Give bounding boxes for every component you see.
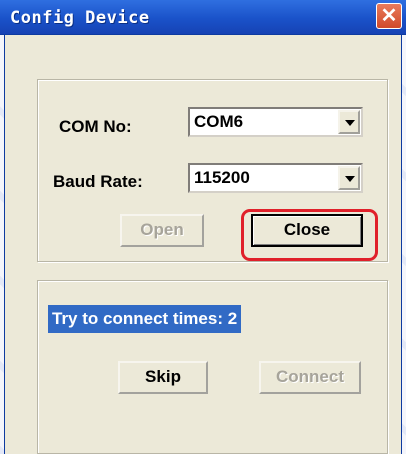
com-port-value: COM6 <box>194 112 244 131</box>
dialog-client-area: COM No: COM6 Baud Rate: 115200 Open Clos… <box>4 35 402 454</box>
connect-button[interactable]: Connect <box>259 361 361 394</box>
title-bar[interactable]: Config Device ✕ <box>0 0 406 35</box>
skip-button[interactable]: Skip <box>118 361 208 394</box>
close-port-button[interactable]: Close <box>251 214 363 247</box>
com-port-select[interactable]: COM6 <box>188 107 363 137</box>
open-button[interactable]: Open <box>120 214 204 247</box>
chevron-down-icon[interactable] <box>338 110 360 134</box>
port-settings-group: COM No: COM6 Baud Rate: 115200 Open Clos… <box>37 79 388 262</box>
connection-status-text: Try to connect times: 2 <box>48 305 242 333</box>
chevron-down-icon[interactable] <box>338 166 360 190</box>
config-device-dialog: Config Device ✕ COM No: COM6 Baud Rate: … <box>0 0 406 454</box>
baud-rate-label: Baud Rate: <box>53 172 143 191</box>
com-label: COM No: <box>59 117 132 136</box>
baud-rate-select[interactable]: 115200 <box>188 163 363 193</box>
baud-rate-value: 115200 <box>194 168 250 187</box>
window-title: Config Device <box>10 8 150 28</box>
close-window-button[interactable]: ✕ <box>376 3 402 29</box>
